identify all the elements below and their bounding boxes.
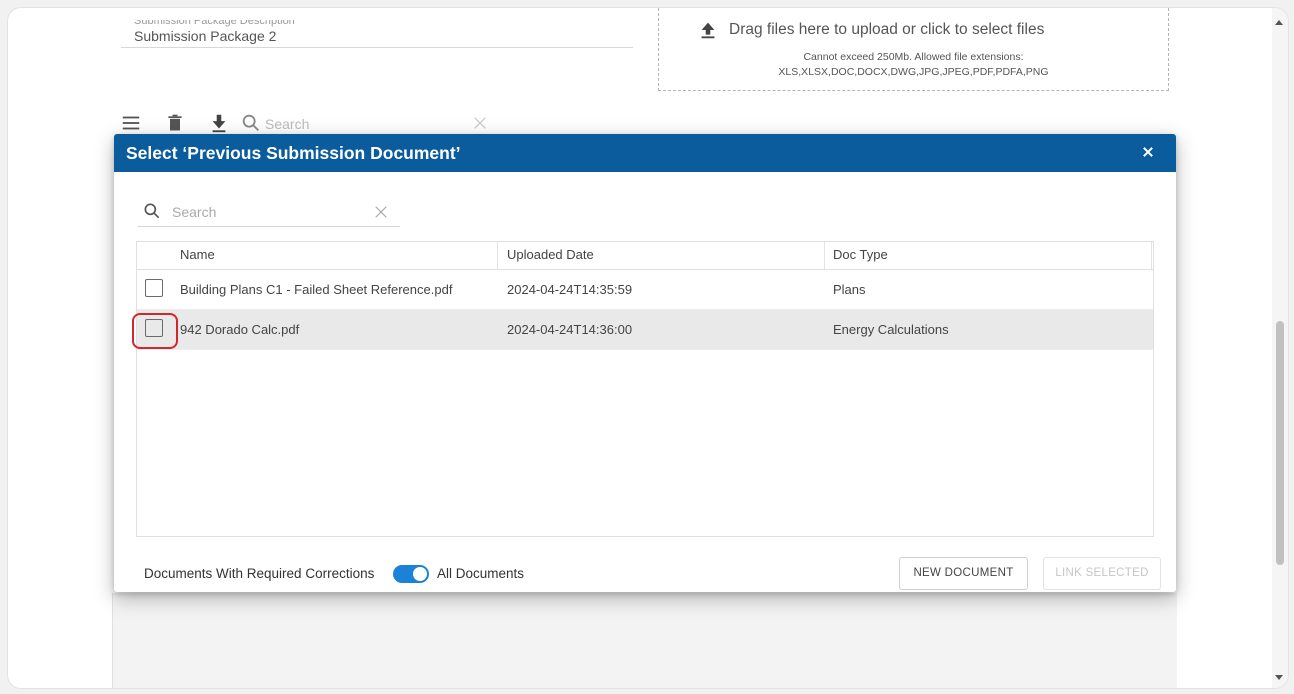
trash-icon[interactable] — [165, 112, 185, 134]
dropzone-title: Drag files here to upload or click to se… — [729, 21, 1045, 38]
row-name: Building Plans C1 - Failed Sheet Referen… — [180, 282, 453, 297]
column-header-doc-type[interactable]: Doc Type — [833, 247, 888, 262]
scroll-up-arrow-icon[interactable] — [1275, 20, 1283, 25]
download-icon[interactable] — [208, 112, 230, 134]
clear-search-icon[interactable] — [472, 115, 488, 131]
filter-left-label: Documents With Required Corrections — [144, 566, 375, 581]
document-list-background — [112, 593, 1177, 688]
documents-table: Name Uploaded Date Doc Type Building Pla… — [136, 241, 1154, 537]
field-underline — [121, 47, 633, 48]
table-row[interactable]: 942 Dorado Calc.pdf 2024-04-24T14:36:00 … — [137, 310, 1153, 350]
close-icon[interactable] — [1138, 142, 1158, 162]
row-date: 2024-04-24T14:36:00 — [507, 322, 633, 337]
column-divider[interactable] — [824, 242, 825, 269]
scroll-thumb[interactable] — [1276, 321, 1284, 565]
dropzone-limit-text: Cannot exceed 250Mb. Allowed file extens… — [803, 51, 1024, 63]
file-dropzone[interactable]: Drag files here to upload or click to se… — [658, 8, 1169, 91]
field-label: Submission Package Description — [134, 15, 295, 27]
toggle-knob — [413, 567, 427, 581]
app-window: Submission Package Description Submissio… — [7, 7, 1289, 689]
select-document-dialog: Select ‘Previous Submission Document’ Na… — [114, 134, 1176, 592]
column-header-uploaded-date[interactable]: Uploaded Date — [507, 247, 594, 262]
row-name: 942 Dorado Calc.pdf — [180, 322, 300, 337]
column-divider[interactable] — [497, 242, 498, 269]
toolbar-search-input[interactable]: Search — [265, 116, 309, 132]
dialog-search-input[interactable] — [172, 202, 362, 222]
table-header: Name Uploaded Date Doc Type — [137, 242, 1153, 270]
search-icon — [144, 203, 160, 219]
dropzone-extensions-text: XLS,XLSX,DOC,DOCX,DWG,JPG,JPEG,PDF,PDFA,… — [778, 66, 1049, 78]
page-scrollbar[interactable] — [1272, 8, 1288, 688]
dialog-header: Select ‘Previous Submission Document’ — [114, 134, 1176, 172]
filter-right-label: All Documents — [437, 566, 525, 581]
row-checkbox[interactable] — [145, 279, 163, 297]
dialog-title: Select ‘Previous Submission Document’ — [126, 143, 461, 163]
new-document-button[interactable]: NEW DOCUMENT — [899, 557, 1028, 590]
row-checkbox[interactable] — [145, 319, 163, 337]
package-description-field[interactable]: Submission Package 2 — [134, 28, 276, 44]
row-doc-type: Plans — [833, 282, 866, 297]
documents-filter-toggle[interactable] — [393, 565, 429, 583]
link-selected-button[interactable]: LINK SELECTED — [1043, 557, 1161, 590]
column-header-name[interactable]: Name — [180, 247, 215, 262]
row-doc-type: Energy Calculations — [833, 322, 949, 337]
dialog-search — [138, 198, 400, 227]
search-icon — [242, 114, 259, 131]
clear-search-icon[interactable] — [372, 203, 390, 221]
table-row[interactable]: Building Plans C1 - Failed Sheet Referen… — [137, 270, 1153, 310]
scroll-down-arrow-icon[interactable] — [1275, 675, 1283, 680]
menu-icon[interactable] — [120, 112, 142, 134]
column-divider[interactable] — [1151, 242, 1152, 269]
upload-icon — [701, 22, 715, 39]
row-date: 2024-04-24T14:35:59 — [507, 282, 633, 297]
